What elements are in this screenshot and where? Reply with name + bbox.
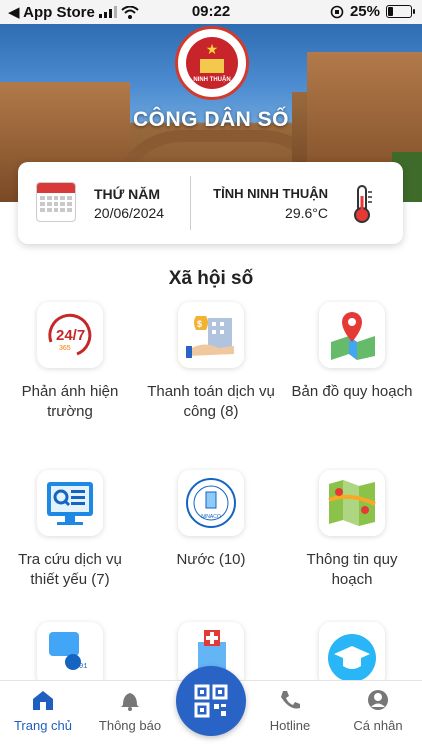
service-label: Thông tin quy hoạch xyxy=(306,551,398,588)
tab-home[interactable]: Trang chủ xyxy=(3,689,83,733)
card-divider xyxy=(190,176,191,230)
counter-sub: 365 xyxy=(59,345,71,352)
bell-icon xyxy=(121,693,139,711)
status-bar: ◀ App Store 09:22 25% xyxy=(0,0,422,24)
service-label: Nước (10) xyxy=(176,551,246,568)
phone-icon xyxy=(281,691,300,709)
qr-scan-button[interactable] xyxy=(176,666,246,736)
service-water[interactable]: NINACO Nước (10) xyxy=(146,470,276,570)
water-company-logo-icon: NINACO xyxy=(178,470,244,536)
section-title-social: Xã hội số xyxy=(168,268,254,289)
thermometer-icon xyxy=(354,185,372,223)
tab-profile[interactable]: Cá nhân xyxy=(338,689,418,733)
date: 20/06/2024 xyxy=(94,205,165,221)
battery-icon xyxy=(386,5,415,18)
service-label: Thanh toán dịch vụ công (8) xyxy=(147,383,275,420)
service-label: Tra cứu dịch vụ thiết yếu (7) xyxy=(18,551,122,588)
orientation-lock-icon xyxy=(330,5,344,18)
home-icon xyxy=(33,691,53,710)
water-logo-text: NINACO xyxy=(201,514,221,520)
planning-map-icon xyxy=(319,470,385,536)
calendar-icon xyxy=(36,182,76,222)
app-title: CÔNG DÂN SỐ xyxy=(132,108,289,131)
counter-text: 24/7 xyxy=(56,327,85,344)
service-essential-lookup[interactable]: Tra cứu dịch vụ thiết yếu (7) xyxy=(5,470,135,590)
tab-notifications[interactable]: Thông báo xyxy=(90,689,170,733)
emblem-caption: NINH THUẬN xyxy=(193,77,231,83)
tab-label: Hotline xyxy=(269,718,311,733)
map-pin-icon xyxy=(319,302,385,368)
service-planning-map[interactable]: Bản đồ quy hoạch xyxy=(287,302,417,402)
tab-label: Cá nhân xyxy=(353,718,403,733)
education-icon xyxy=(319,622,385,688)
search-monitor-icon xyxy=(37,470,103,536)
service-planning-info[interactable]: Thông tin quy hoạch xyxy=(287,470,417,590)
svg-text:01: 01 xyxy=(79,663,87,671)
payment-icon: $ xyxy=(178,302,244,368)
service-field-feedback[interactable]: 24/7 365 Phản ánh hiện trường xyxy=(5,302,135,422)
tab-label: Trang chủ xyxy=(13,718,73,733)
digital-data-icon: 01 xyxy=(37,622,103,688)
province-name: TỈNH NINH THUẬN xyxy=(213,186,328,201)
service-education[interactable] xyxy=(287,622,417,688)
date-weather-card: THỨ NĂM 20/06/2024 TỈNH NINH THUẬN 29.6°… xyxy=(18,162,403,244)
tab-hotline[interactable]: Hotline xyxy=(250,689,330,733)
province-emblem-logo: ★ NINH THUẬN xyxy=(175,26,249,100)
service-public-payment[interactable]: $ Thanh toán dịch vụ công (8) xyxy=(146,302,276,422)
svg-text:$: $ xyxy=(197,319,202,329)
weekday: THỨ NĂM xyxy=(94,186,161,202)
temperature: 29.6°C xyxy=(285,205,328,221)
service-label: Phản ánh hiện trường xyxy=(21,383,119,420)
service-digital-data[interactable]: 01 xyxy=(5,622,135,688)
battery-percent: 25% xyxy=(349,3,380,20)
qr-code-icon xyxy=(194,684,228,718)
tab-label: Thông báo xyxy=(98,718,162,733)
feedback-24-7-icon: 24/7 365 xyxy=(37,302,103,368)
service-label: Bản đồ quy hoạch xyxy=(291,383,413,400)
user-icon xyxy=(368,690,388,710)
